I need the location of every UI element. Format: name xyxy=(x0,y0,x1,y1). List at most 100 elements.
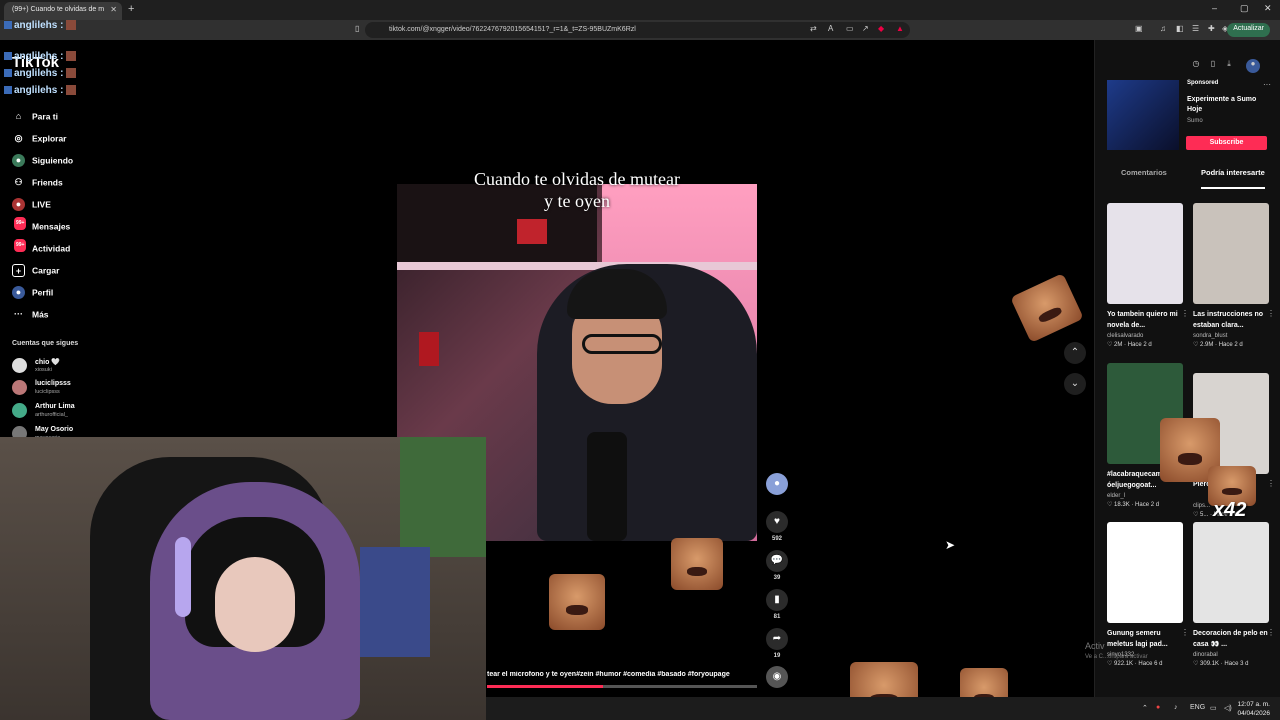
music-disc-icon: ◉ xyxy=(766,666,788,688)
browser-tab-strip: (99+) Cuando te olvidas de m ✕ + – ▢ ✕ xyxy=(0,0,1280,20)
video-card[interactable]: Gunung semeru meletus lagi pad... sinyo1… xyxy=(1107,522,1189,667)
shield-extension-icon[interactable]: ◆ xyxy=(878,24,884,33)
tray-app-icon[interactable]: ● xyxy=(1156,704,1160,711)
previous-video-button[interactable]: ⌃ xyxy=(1064,342,1086,364)
video-scene-box xyxy=(419,332,439,366)
sponsored-label: Sponsored xyxy=(1187,80,1219,86)
warning-extension-icon[interactable]: ▲ xyxy=(896,24,904,33)
taskbar-clock[interactable]: 12:07 a. m. 04/04/2026 xyxy=(1237,700,1270,718)
like-button[interactable]: ♥ 592 xyxy=(765,511,789,542)
card-more-icon[interactable]: ⋮ xyxy=(1181,309,1189,318)
live-icon: ● xyxy=(12,198,25,211)
upload-icon: + xyxy=(12,264,25,277)
tab-search-icon[interactable]: ▣ xyxy=(1135,24,1143,33)
emote-combo-counter: x42 xyxy=(1213,499,1247,521)
bookmark-icon[interactable]: ▯ xyxy=(355,24,359,33)
screenshot-icon[interactable]: ▭ xyxy=(846,24,854,33)
card-more-icon[interactable]: ⋮ xyxy=(1267,479,1275,488)
card-more-icon[interactable]: ⋮ xyxy=(1267,309,1275,318)
new-tab-button[interactable]: + xyxy=(128,3,134,15)
webcam-plants xyxy=(400,437,486,557)
minimize-icon[interactable]: – xyxy=(1212,3,1217,13)
sidebar-toggle-icon[interactable]: ◧ xyxy=(1176,24,1184,33)
following-accounts-title: Cuentas que sigues xyxy=(12,340,79,347)
video-progress-bar[interactable] xyxy=(487,685,757,688)
chat-message: anglilehs : xyxy=(4,20,77,31)
video-caption: Cuando te olvidas de mutear y te oyen xyxy=(474,169,680,211)
share-page-icon[interactable]: ↗ xyxy=(862,24,869,33)
compass-icon: ◎ xyxy=(14,133,23,143)
share-button[interactable]: ➦ 19 xyxy=(765,628,789,659)
windows-activation-title: Activ xyxy=(1085,641,1105,651)
webcam-face xyxy=(215,557,295,652)
device-icon[interactable]: ▯ xyxy=(1206,59,1220,73)
creator-avatar-button[interactable]: ● xyxy=(765,473,789,495)
comment-button[interactable]: 💬 39 xyxy=(765,550,789,581)
emote-face xyxy=(549,574,605,630)
tray-mic-icon[interactable]: ♪ xyxy=(1174,704,1178,711)
read-aloud-icon[interactable]: A xyxy=(828,24,833,33)
ad-title: Experimente a Sumo Hoje xyxy=(1187,96,1257,113)
subscribe-button[interactable]: Subscribe xyxy=(1186,136,1267,150)
comment-count: 39 xyxy=(773,575,781,581)
nav-cargar[interactable]: + Cargar xyxy=(12,264,59,278)
close-window-icon[interactable]: ✕ xyxy=(1264,3,1272,14)
activity-icon: ♥99+ xyxy=(12,239,27,255)
nav-actividad[interactable]: ♥99+Actividad xyxy=(12,239,70,256)
next-video-button[interactable]: ⌄ xyxy=(1064,373,1086,395)
nav-mensajes[interactable]: ✉99+Mensajes xyxy=(12,217,70,234)
maximize-icon[interactable]: ▢ xyxy=(1240,3,1249,14)
video-thumbnail xyxy=(1193,203,1269,304)
nav-friends[interactable]: ⚇ Friends xyxy=(12,176,62,190)
video-scene-ledge xyxy=(397,262,757,270)
tray-volume-icon[interactable]: ◁) xyxy=(1224,704,1232,712)
emote-icon xyxy=(66,68,77,79)
nav-perfil[interactable]: ● Perfil xyxy=(12,286,53,300)
heart-icon: ♥ xyxy=(766,511,788,533)
nav-explorar[interactable]: ◎ Explorar xyxy=(12,132,67,146)
chat-message: anglilehs : xyxy=(4,51,77,62)
profile-icon: ● xyxy=(12,286,25,299)
card-more-icon[interactable]: ⋮ xyxy=(1267,628,1275,637)
tab-title: (99+) Cuando te olvidas de m xyxy=(12,6,105,13)
share-count: 19 xyxy=(773,653,781,659)
emote-icon xyxy=(66,51,77,62)
browser-tab[interactable]: (99+) Cuando te olvidas de m ✕ xyxy=(4,2,122,20)
profile-avatar-icon[interactable]: ● xyxy=(1246,59,1260,73)
avatar: ● xyxy=(766,473,788,495)
sound-disc-button[interactable]: ◉ xyxy=(765,666,789,688)
tab-close-icon[interactable]: ✕ xyxy=(110,5,117,14)
nav-siguiendo[interactable]: ● Siguiendo xyxy=(12,154,73,168)
translate-icon[interactable]: ⇄ xyxy=(810,24,817,33)
bookmark-button[interactable]: ▮ 81 xyxy=(765,589,789,620)
video-card[interactable]: Las instrucciones no estaban clara... so… xyxy=(1193,203,1275,348)
extensions-icon[interactable]: ✚ xyxy=(1208,24,1215,33)
nav-live[interactable]: ● LIVE xyxy=(12,198,51,212)
activity-badge: 99+ xyxy=(14,239,27,252)
card-more-icon[interactable]: ⋮ xyxy=(1181,628,1189,637)
like-count: 592 xyxy=(771,536,782,542)
emote-face xyxy=(671,538,723,590)
browser-toolbar: ▯ tiktok.com/@xngger/video/7622476792015… xyxy=(0,20,1280,40)
nav-para-ti[interactable]: ⌂ Para ti xyxy=(12,110,58,124)
windows-taskbar: ⌃ ● ♪ ENG ▭ ◁) 12:07 a. m. 04/04/2026 xyxy=(486,697,1280,720)
tab-podria-interesarte[interactable]: Podría interesarte xyxy=(1201,168,1265,189)
ad-thumbnail[interactable] xyxy=(1107,80,1179,150)
ad-more-icon[interactable]: ··· xyxy=(1263,80,1271,89)
windows-activation-text: Ve a C...ón para activar xyxy=(1085,654,1148,660)
media-icon[interactable]: ♫ xyxy=(1160,24,1166,33)
tray-network-icon[interactable]: ▭ xyxy=(1210,704,1217,712)
bookmark-count: 81 xyxy=(773,614,781,620)
nav-mas[interactable]: ··· Más xyxy=(12,308,49,322)
emote-icon xyxy=(66,85,77,96)
download-icon[interactable]: ⤓ xyxy=(1222,59,1236,73)
bookmark-icon: ▮ xyxy=(766,589,788,611)
tab-comentarios[interactable]: Comentarios xyxy=(1121,168,1167,177)
speed-icon[interactable]: ◷ xyxy=(1189,59,1203,73)
tray-expand-icon[interactable]: ⌃ xyxy=(1142,704,1148,712)
collections-icon[interactable]: ☰ xyxy=(1192,24,1199,33)
video-card[interactable]: Decoracion de pelo en casa 👀 ... dinorab… xyxy=(1193,522,1275,667)
update-button[interactable]: Actualizar xyxy=(1227,23,1270,37)
tray-language[interactable]: ENG xyxy=(1190,704,1205,711)
video-card[interactable]: Yo tambein quiero mi novela de... clelis… xyxy=(1107,203,1189,348)
